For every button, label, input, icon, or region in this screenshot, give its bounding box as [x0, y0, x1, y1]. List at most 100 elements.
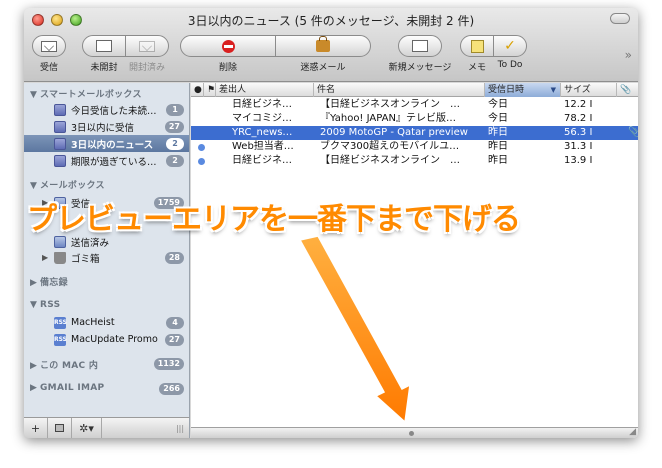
new-todo-label: To Do [497, 60, 523, 70]
disclosure-right-icon[interactable]: ▶ [42, 253, 48, 262]
row-date: 昨日 [488, 155, 508, 166]
window-resize-grip-icon[interactable]: ◢ [629, 427, 636, 437]
new-note-button[interactable] [460, 35, 494, 57]
column-date-received[interactable]: 受信日時 ▼ [485, 83, 561, 97]
row-date: 昨日 [488, 141, 508, 152]
unread-count-badge: 2 [166, 154, 184, 167]
sidebar-item-macupdate-promo[interactable]: RSS MacUpdate Promo 27 [24, 331, 189, 348]
sidebar-item-overdue[interactable]: 期限が過ぎている… 2 [24, 152, 189, 169]
paperclip-icon: 📎 [628, 127, 638, 138]
sidebar-item-macheist[interactable]: RSS MacHeist 4 [24, 314, 189, 331]
show-photo-browser-button[interactable] [48, 418, 72, 438]
new-message-label: 新規メッセージ [388, 63, 452, 73]
disclosure-right-icon[interactable]: ▶ [30, 361, 40, 371]
row-size: 56.3 I [564, 127, 593, 138]
splitter-handle-icon[interactable] [409, 431, 414, 436]
sidebar-item-trash[interactable]: ▶ ゴミ箱 28 [24, 249, 189, 266]
junk-bag-icon [316, 36, 330, 52]
disclosure-down-icon[interactable]: ▼ [30, 300, 40, 310]
row-size: 12.2 I [564, 99, 593, 110]
add-mailbox-button[interactable]: + [24, 418, 48, 438]
toolbar-toggle-button[interactable] [610, 13, 630, 24]
window-title: 3日以内のニュース (5 件のメッセージ、未開封 2 件) [187, 14, 475, 28]
disclosure-down-icon[interactable]: ▼ [30, 90, 40, 100]
sidebar-item-today-unread[interactable]: 今日受信した未読… 1 [24, 101, 189, 118]
delete-icon [221, 39, 235, 53]
mark-unread-button[interactable] [82, 35, 126, 57]
compose-icon [412, 40, 428, 52]
table-row[interactable]: Web担当者… ブクマ300超えのモバイルユ… 昨日 31.3 I [191, 140, 638, 154]
row-date: 昨日 [488, 127, 508, 138]
sidebar-item-label: MacUpdate Promo [71, 334, 158, 345]
row-size: 78.2 I [564, 113, 593, 124]
new-todo-button[interactable]: ✓ [493, 35, 527, 57]
rss-icon: RSS [54, 333, 67, 346]
smart-mailbox-icon [54, 103, 66, 116]
smart-mailboxes-header[interactable]: ▼ スマートメールボックス [30, 87, 142, 100]
unread-count-badge: 27 [164, 333, 184, 346]
smart-mailbox-icon [54, 137, 66, 150]
disclosure-down-icon[interactable]: ▼ [30, 181, 40, 191]
unread-count-badge: 266 [159, 382, 184, 395]
column-unread[interactable]: ● [191, 83, 204, 97]
sidebar-item-label: 3日以内に受信 [71, 122, 135, 134]
table-row-selected[interactable]: YRC_news… 2009 MotoGP - Qatar preview 昨日… [191, 126, 638, 140]
row-size: 31.3 I [564, 141, 593, 152]
sidebar-resize-grip[interactable]: ||| [170, 418, 190, 438]
sidebar-item-label: ゴミ箱 [71, 253, 100, 265]
on-my-mac-title: ▶ この MAC 内 [30, 358, 98, 371]
column-attachment[interactable]: 📎 [617, 83, 638, 97]
sidebar-item-label: 期限が過ぎている… [71, 156, 157, 168]
mailboxes-header[interactable]: ▼ メールボックス [30, 178, 105, 191]
sidebar-item-3days[interactable]: 3日以内に受信 27 [24, 118, 189, 135]
row-subject: 【日経ビジネスオンライン … [320, 155, 460, 166]
mailboxes-title: メールボックス [40, 181, 105, 191]
new-message-button[interactable] [398, 35, 442, 57]
notes-header[interactable]: ▶ 備忘録 [30, 275, 68, 288]
rss-icon: RSS [54, 316, 67, 329]
get-mail-button[interactable] [32, 35, 66, 57]
note-icon [470, 39, 484, 53]
unread-envelope-icon [96, 40, 112, 52]
unread-count-badge: 2 [166, 137, 184, 150]
trash-icon [54, 251, 66, 264]
toolbar-overflow-icon[interactable]: » [625, 48, 632, 62]
table-row[interactable]: 日経ビジネ… 【日経ビジネスオンライン … 昨日 13.9 I [191, 154, 638, 168]
mark-read-button[interactable] [125, 35, 169, 57]
gmail-imap-title: ▶ GMAIL IMAP [30, 383, 104, 393]
row-from: YRC_news… [232, 127, 293, 138]
title-toolbar: 3日以内のニュース (5 件のメッセージ、未開封 2 件) » 受信 未開封 開… [24, 8, 638, 82]
row-date: 今日 [488, 99, 508, 110]
rss-title: RSS [40, 300, 61, 310]
row-subject: 2009 MotoGP - Qatar preview [320, 127, 468, 138]
column-from[interactable]: 差出人 [216, 83, 314, 97]
column-flag[interactable]: ⚑ [204, 83, 216, 97]
preview-pane-splitter[interactable]: ◢ [191, 427, 638, 438]
sidebar-item-label: MacHeist [71, 317, 115, 328]
on-my-mac-label: この MAC 内 [40, 361, 99, 371]
action-menu-button[interactable]: ✲▾ [72, 418, 102, 438]
get-mail-label: 受信 [39, 63, 58, 73]
read-envelope-icon [139, 40, 155, 52]
delete-button[interactable] [180, 35, 276, 57]
sidebar-item-3days-news[interactable]: 3日以内のニュース 2 [24, 135, 189, 152]
junk-button[interactable] [275, 35, 371, 57]
table-row[interactable]: マイコミジ… 『Yahoo! JAPAN』テレビ版… 今日 78.2 I [191, 112, 638, 126]
disclosure-right-icon[interactable]: ▶ [30, 278, 40, 288]
column-size[interactable]: サイズ [561, 83, 617, 97]
disclosure-right-icon[interactable]: ▶ [30, 383, 40, 393]
on-my-mac-header[interactable]: ▶ この MAC 内 1132 [24, 355, 189, 372]
sort-descending-icon: ▼ [550, 86, 556, 94]
gmail-imap-header[interactable]: ▶ GMAIL IMAP 266 [24, 380, 189, 397]
message-list-pane: ● ⚑ 差出人 件名 受信日時 ▼ サイズ 📎 日経ビジネ… 【日経ビジネスオンラ… [191, 83, 638, 438]
row-subject: ブクマ300超えのモバイルユ… [320, 141, 460, 152]
sidebar-action-bar: + ✲▾ ||| [24, 417, 190, 438]
rss-header[interactable]: ▼ RSS [30, 300, 60, 310]
row-subject: 『Yahoo! JAPAN』テレビ版… [320, 113, 456, 124]
table-row[interactable]: 日経ビジネ… 【日経ビジネスオンライン … 今日 12.2 I [191, 98, 638, 112]
mark-unread-label: 未開封 [90, 63, 118, 73]
unread-count-badge: 1132 [153, 357, 184, 370]
checkmark-icon: ✓ [504, 38, 516, 54]
column-subject[interactable]: 件名 [314, 83, 485, 97]
photo-icon [55, 424, 64, 432]
